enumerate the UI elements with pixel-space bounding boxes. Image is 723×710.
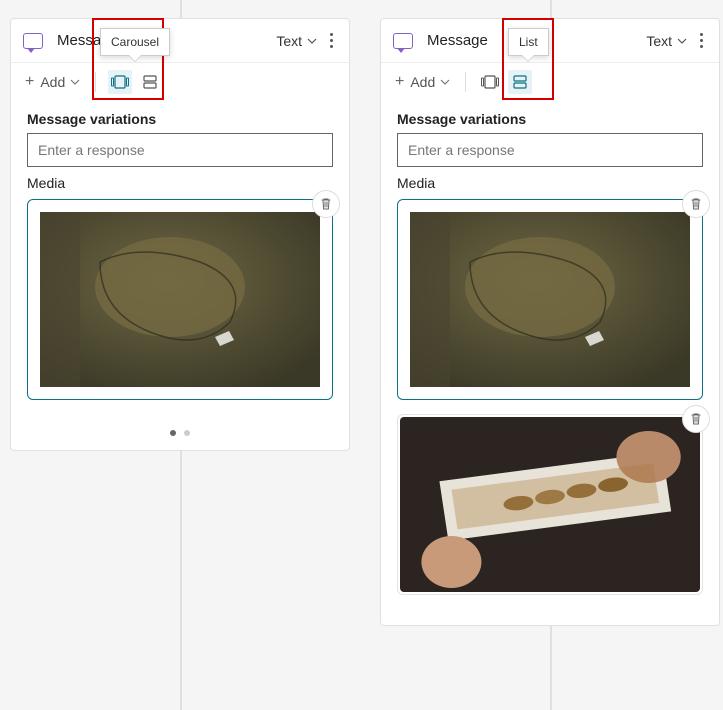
- toolbar: + Add: [381, 62, 719, 101]
- divider: [95, 72, 96, 92]
- trash-icon: [319, 197, 333, 211]
- add-button[interactable]: + Add: [393, 69, 453, 95]
- text-dropdown-label: Text: [276, 33, 302, 49]
- toolbar: + Add: [11, 62, 349, 101]
- media-card[interactable]: [27, 199, 333, 400]
- variations-label: Message variations: [381, 101, 719, 133]
- chevron-down-icon: [676, 35, 688, 47]
- response-input[interactable]: [397, 133, 703, 167]
- delete-media-button[interactable]: [312, 190, 340, 218]
- carousel-pager: [11, 430, 349, 450]
- pager-dot[interactable]: [170, 430, 176, 436]
- list-icon: [513, 75, 527, 89]
- text-type-dropdown[interactable]: Text: [276, 33, 318, 49]
- chevron-down-icon: [69, 76, 81, 88]
- add-label: Add: [410, 74, 435, 90]
- carousel-tooltip: Carousel: [100, 28, 170, 56]
- panel-header: Message Text: [11, 19, 349, 62]
- trash-icon: [689, 197, 703, 211]
- add-label: Add: [40, 74, 65, 90]
- media-card[interactable]: [397, 199, 703, 400]
- media-area: [381, 199, 719, 625]
- variations-label: Message variations: [11, 101, 349, 133]
- pager-dot[interactable]: [184, 430, 190, 436]
- carousel-icon: [481, 75, 499, 89]
- media-area: [11, 199, 349, 430]
- message-panel-left: Message Text + Add: [10, 18, 350, 451]
- divider: [465, 72, 466, 92]
- layout-list-button[interactable]: [138, 70, 162, 94]
- plus-icon: +: [395, 73, 404, 91]
- media-image: [400, 417, 700, 592]
- layout-list-button[interactable]: [508, 70, 532, 94]
- media-label: Media: [11, 175, 349, 199]
- delete-media-button[interactable]: [682, 405, 710, 433]
- panel-header: Message Text: [381, 19, 719, 62]
- more-menu-button[interactable]: [696, 29, 707, 52]
- carousel-icon: [111, 75, 129, 89]
- delete-media-button[interactable]: [682, 190, 710, 218]
- plus-icon: +: [25, 73, 34, 91]
- add-button[interactable]: + Add: [23, 69, 83, 95]
- more-menu-button[interactable]: [326, 29, 337, 52]
- chat-icon: [393, 33, 413, 49]
- text-dropdown-label: Text: [646, 33, 672, 49]
- chevron-down-icon: [306, 35, 318, 47]
- layout-carousel-button[interactable]: [108, 70, 132, 94]
- text-type-dropdown[interactable]: Text: [646, 33, 688, 49]
- media-card[interactable]: [397, 414, 703, 595]
- media-label: Media: [381, 175, 719, 199]
- media-image: [410, 212, 690, 387]
- media-image: [40, 212, 320, 387]
- list-icon: [143, 75, 157, 89]
- layout-carousel-button[interactable]: [478, 70, 502, 94]
- chevron-down-icon: [439, 76, 451, 88]
- list-tooltip: List: [508, 28, 549, 56]
- message-panel-right: Message Text + Add: [380, 18, 720, 626]
- trash-icon: [689, 412, 703, 426]
- chat-icon: [23, 33, 43, 49]
- response-input[interactable]: [27, 133, 333, 167]
